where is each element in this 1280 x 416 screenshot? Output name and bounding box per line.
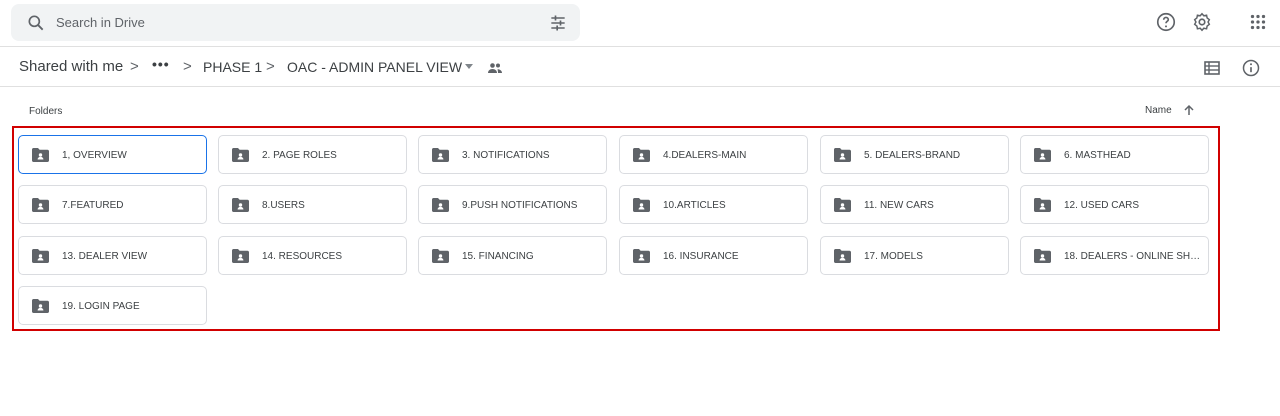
apps-grid-icon[interactable] — [1247, 11, 1269, 33]
shared-folder-icon — [1034, 249, 1051, 263]
folder-tile[interactable]: 9.PUSH NOTIFICATIONS — [418, 185, 607, 224]
search-input[interactable]: Search in Drive — [56, 15, 145, 30]
top-bar: Search in Drive — [0, 0, 1280, 47]
shared-folder-icon — [32, 148, 49, 162]
shared-people-icon — [488, 63, 502, 73]
folder-name: 11. NEW CARS — [864, 200, 934, 211]
search-icon[interactable] — [26, 13, 46, 33]
breadcrumb-more-button[interactable]: ••• — [152, 56, 170, 72]
shared-folder-icon — [834, 198, 851, 212]
folder-tile[interactable]: 14. RESOURCES — [218, 236, 407, 275]
shared-folder-icon — [834, 249, 851, 263]
gear-icon[interactable] — [1191, 11, 1213, 33]
folder-tile[interactable]: 8.USERS — [218, 185, 407, 224]
folder-tile[interactable]: 10.ARTICLES — [619, 185, 808, 224]
search-bar[interactable]: Search in Drive — [11, 4, 580, 41]
folder-name: 3. NOTIFICATIONS — [462, 150, 550, 161]
shared-folder-icon — [633, 198, 650, 212]
shared-folder-icon — [633, 148, 650, 162]
folder-name: 7.FEATURED — [62, 200, 124, 211]
folder-tile[interactable]: 15. FINANCING — [418, 236, 607, 275]
folder-name: 1, OVERVIEW — [62, 150, 127, 161]
folder-name: 4.DEALERS-MAIN — [663, 150, 747, 161]
sort-ascending-arrow-icon[interactable] — [1182, 103, 1196, 117]
folder-tile[interactable]: 17. MODELS — [820, 236, 1009, 275]
shared-folder-icon — [834, 148, 851, 162]
folders-section-label: Folders — [29, 106, 63, 117]
folder-tile[interactable]: 5. DEALERS-BRAND — [820, 135, 1009, 174]
info-icon[interactable] — [1241, 58, 1261, 78]
breadcrumb-separator: > — [183, 58, 192, 75]
folder-tile[interactable]: 3. NOTIFICATIONS — [418, 135, 607, 174]
breadcrumb: Shared with me > ••• > PHASE 1 > OAC - A… — [0, 48, 1280, 87]
folder-name: 18. DEALERS - ONLINE SHOWROOM — [1064, 251, 1204, 262]
folder-tile[interactable]: 19. LOGIN PAGE — [18, 286, 207, 325]
shared-folder-icon — [232, 198, 249, 212]
shared-folder-icon — [1034, 148, 1051, 162]
folder-name: 10.ARTICLES — [663, 200, 726, 211]
folder-tile[interactable]: 18. DEALERS - ONLINE SHOWROOM — [1020, 236, 1209, 275]
shared-folder-icon — [432, 249, 449, 263]
breadcrumb-phase-1[interactable]: PHASE 1 — [203, 59, 262, 75]
folder-tile[interactable]: 2. PAGE ROLES — [218, 135, 407, 174]
shared-folder-icon — [432, 198, 449, 212]
shared-folder-icon — [232, 249, 249, 263]
folder-tile[interactable]: 13. DEALER VIEW — [18, 236, 207, 275]
breadcrumb-current-folder[interactable]: OAC - ADMIN PANEL VIEW — [287, 59, 462, 75]
folder-tile[interactable]: 6. MASTHEAD — [1020, 135, 1209, 174]
sort-by-name-button[interactable]: Name — [1145, 105, 1172, 116]
shared-folder-icon — [32, 299, 49, 313]
folder-name: 9.PUSH NOTIFICATIONS — [462, 200, 578, 211]
help-icon[interactable] — [1155, 11, 1177, 33]
breadcrumb-shared-with-me[interactable]: Shared with me — [19, 58, 123, 75]
folder-name: 15. FINANCING — [462, 251, 534, 262]
breadcrumb-separator: > — [130, 58, 139, 75]
search-options-icon[interactable] — [548, 13, 568, 33]
folder-name: 12. USED CARS — [1064, 200, 1140, 211]
folder-tile[interactable]: 7.FEATURED — [18, 185, 207, 224]
shared-folder-icon — [1034, 198, 1051, 212]
folder-name: 17. MODELS — [864, 251, 923, 262]
folder-name: 19. LOGIN PAGE — [62, 301, 140, 312]
folder-name: 14. RESOURCES — [262, 251, 343, 262]
folder-tile[interactable]: 12. USED CARS — [1020, 185, 1209, 224]
shared-folder-icon — [32, 249, 49, 263]
folder-name: 16. INSURANCE — [663, 251, 739, 262]
folder-name: 8.USERS — [262, 200, 305, 211]
shared-folder-icon — [633, 249, 650, 263]
shared-folder-icon — [432, 148, 449, 162]
list-view-icon[interactable] — [1203, 59, 1221, 77]
folder-menu-dropdown-icon[interactable] — [465, 64, 473, 69]
folder-tile[interactable]: 1, OVERVIEW — [18, 135, 207, 174]
folder-tile[interactable]: 11. NEW CARS — [820, 185, 1009, 224]
breadcrumb-separator: > — [266, 58, 275, 75]
folder-tile[interactable]: 16. INSURANCE — [619, 236, 808, 275]
shared-folder-icon — [232, 148, 249, 162]
folder-tile[interactable]: 4.DEALERS-MAIN — [619, 135, 808, 174]
folder-name: 6. MASTHEAD — [1064, 150, 1131, 161]
folder-name: 5. DEALERS-BRAND — [864, 150, 961, 161]
shared-folder-icon — [32, 198, 49, 212]
folder-name: 13. DEALER VIEW — [62, 251, 148, 262]
folder-name: 2. PAGE ROLES — [262, 150, 337, 161]
